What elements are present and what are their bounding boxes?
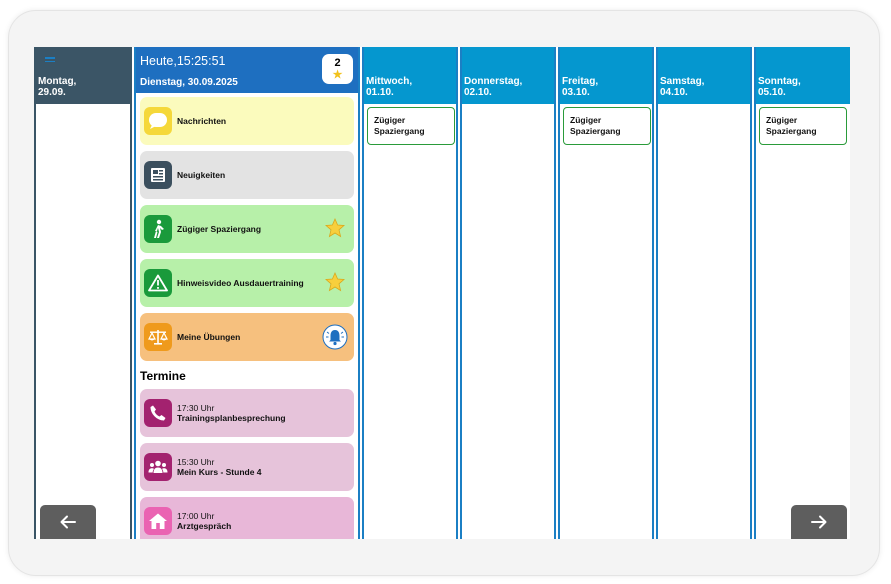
day-name: Montag, (38, 76, 77, 87)
phone-icon (144, 399, 172, 427)
appointment-time: 17:30 Uhr (177, 402, 215, 413)
termine-heading: Termine (140, 369, 186, 383)
tile-label: Nachrichten (177, 116, 227, 126)
appointment-item[interactable]: 17:00 Uhr Arztgespräch (140, 497, 354, 539)
appointment-item[interactable]: 17:30 Uhr Trainingsplanbesprechung (140, 389, 354, 437)
day-date: 05.10. (758, 87, 786, 98)
favorites-badge[interactable]: 2 ★ (322, 54, 353, 84)
calendar-screen: Montag, 29.09. Heute,15:25:51 Dienstag, … (34, 47, 850, 539)
warning-icon (144, 269, 172, 297)
event-title-line: Zügiger (766, 115, 798, 125)
event-card[interactable]: Zügiger Spaziergang (367, 107, 455, 145)
day-column-saturday[interactable]: Samstag, 04.10. (656, 47, 752, 539)
day-header: Freitag, 03.10. (560, 47, 652, 104)
day-header: Sonntag, 05.10. (756, 47, 850, 104)
next-week-button[interactable] (791, 505, 847, 539)
today-header: Heute,15:25:51 Dienstag, 30.09.2025 2 ★ (136, 47, 358, 93)
newspaper-icon (144, 161, 172, 189)
day-column-today: Heute,15:25:51 Dienstag, 30.09.2025 2 ★ … (134, 47, 360, 539)
event-title-line: Zügiger (374, 115, 406, 125)
tile-label: Neuigkeiten (177, 170, 226, 180)
star-icon[interactable] (325, 218, 345, 238)
current-time: Heute,15:25:51 (140, 54, 226, 68)
event-title-line: Spaziergang (570, 126, 621, 136)
appointment-time: 15:30 Uhr (177, 456, 215, 467)
day-header: Samstag, 04.10. (658, 47, 750, 104)
day-name: Mittwoch, (366, 76, 413, 87)
event-title-line: Spaziergang (766, 126, 817, 136)
previous-week-button[interactable] (40, 505, 96, 539)
badge-count: 2 (334, 57, 341, 69)
day-date: 03.10. (562, 87, 590, 98)
star-icon: ★ (332, 69, 343, 81)
day-column-monday[interactable]: Montag, 29.09. (34, 47, 132, 539)
bell-alarm-icon[interactable] (322, 324, 348, 350)
day-date: 29.09. (38, 87, 66, 98)
tile-meine-uebungen[interactable]: Meine Übungen (140, 313, 354, 361)
appointment-title: Trainingsplanbesprechung (177, 412, 286, 423)
appointment-item[interactable]: 15:30 Uhr Mein Kurs - Stunde 4 (140, 443, 354, 491)
day-column-sunday[interactable]: Sonntag, 05.10. Zügiger Spaziergang (754, 47, 850, 539)
tile-nachrichten[interactable]: Nachrichten (140, 97, 354, 145)
day-column-wednesday[interactable]: Mittwoch, 01.10. Zügiger Spaziergang (362, 47, 458, 539)
arrow-left-icon (60, 515, 76, 529)
today-date: Dienstag, 30.09.2025 (140, 77, 238, 88)
day-column-friday[interactable]: Freitag, 03.10. Zügiger Spaziergang (558, 47, 654, 539)
day-header: Donnerstag, 02.10. (462, 47, 554, 104)
day-date: 02.10. (464, 87, 492, 98)
appointment-title: Mein Kurs - Stunde 4 (177, 466, 262, 477)
star-icon[interactable] (325, 272, 345, 292)
tile-neuigkeiten[interactable]: Neuigkeiten (140, 151, 354, 199)
appointment-title: Arztgespräch (177, 520, 232, 531)
speech-bubble-icon (144, 107, 172, 135)
day-column-thursday[interactable]: Donnerstag, 02.10. (460, 47, 556, 539)
day-header: Mittwoch, 01.10. (364, 47, 456, 104)
day-name: Samstag, (660, 76, 705, 87)
scale-icon (144, 323, 172, 351)
event-card[interactable]: Zügiger Spaziergang (563, 107, 651, 145)
day-date: 04.10. (660, 87, 688, 98)
tile-label: Hinweisvideo Ausdauertraining (177, 278, 304, 288)
appointment-time: 17:00 Uhr (177, 510, 215, 521)
arrow-right-icon (811, 515, 827, 529)
day-name: Freitag, (562, 76, 599, 87)
tile-label: Meine Übungen (177, 332, 241, 342)
event-title-line: Zügiger (570, 115, 602, 125)
event-title-line: Spaziergang (374, 126, 425, 136)
day-name: Donnerstag, (464, 76, 523, 87)
house-icon (144, 507, 172, 535)
tile-zuegiger-spaziergang[interactable]: Zügiger Spaziergang (140, 205, 354, 253)
day-date: 01.10. (366, 87, 394, 98)
tile-label: Zügiger Spaziergang (177, 224, 262, 234)
day-name: Sonntag, (758, 76, 801, 87)
tile-hinweisvideo[interactable]: Hinweisvideo Ausdauertraining (140, 259, 354, 307)
menu-icon[interactable] (45, 57, 55, 65)
walking-person-icon (144, 215, 172, 243)
event-card[interactable]: Zügiger Spaziergang (759, 107, 847, 145)
day-header-monday: Montag, 29.09. (36, 47, 130, 104)
group-icon (144, 453, 172, 481)
